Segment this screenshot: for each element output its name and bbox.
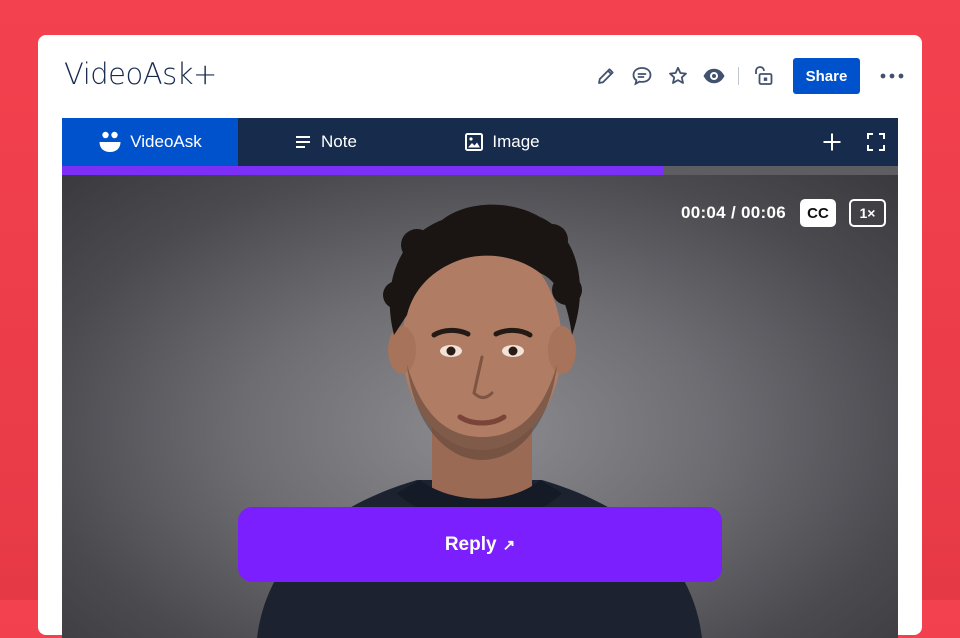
time-total: 00:06 — [741, 203, 786, 222]
video-progress-fill — [62, 166, 664, 175]
image-icon — [464, 132, 484, 152]
external-arrow-icon: ↗ — [502, 536, 516, 554]
videoask-icon — [98, 131, 122, 153]
time-current: 00:04 — [680, 203, 726, 222]
edit-icon[interactable] — [592, 62, 620, 90]
note-icon — [295, 135, 313, 149]
comment-icon[interactable] — [628, 62, 656, 90]
page-title: VideoAsk+ — [64, 57, 217, 91]
page-toolbar: Share — [584, 58, 906, 94]
reply-button[interactable]: Reply ↗ — [238, 507, 722, 582]
tab-image[interactable]: Image — [414, 118, 590, 166]
share-button[interactable]: Share — [793, 58, 860, 94]
tab-videoask[interactable]: VideoAsk — [62, 118, 238, 166]
video-timecode: 00:04 / 00:06 — [681, 203, 786, 223]
time-separator: / — [730, 203, 736, 222]
watch-icon[interactable] — [700, 62, 728, 90]
tab-label: Note — [321, 132, 357, 151]
reply-label: Reply — [444, 533, 497, 555]
tab-label: Image — [492, 132, 540, 151]
add-icon[interactable] — [810, 118, 854, 166]
star-icon[interactable] — [664, 62, 692, 90]
more-icon[interactable] — [878, 62, 906, 90]
videoask-embed: VideoAsk Note Image 00:04 / 00:06 CC 1× … — [62, 118, 898, 638]
embed-tab-bar: VideoAsk Note Image — [62, 118, 898, 166]
captions-button[interactable]: CC — [800, 199, 836, 227]
toolbar-divider — [738, 67, 739, 85]
video-frame[interactable]: 00:04 / 00:06 CC 1× Reply ↗ — [62, 175, 898, 638]
page-card: VideoAsk+ Share VideoAsk Note Image 00:0… — [38, 35, 922, 638]
playback-speed-button[interactable]: 1× — [849, 199, 886, 227]
unlock-icon[interactable] — [749, 62, 777, 90]
tab-label: VideoAsk — [130, 132, 202, 151]
video-progress-bar[interactable] — [62, 166, 898, 175]
tab-note[interactable]: Note — [238, 118, 414, 166]
fullscreen-icon[interactable] — [854, 118, 898, 166]
